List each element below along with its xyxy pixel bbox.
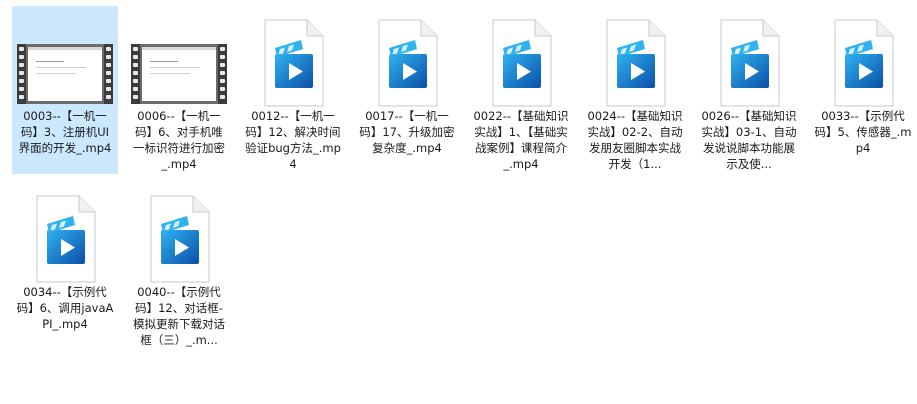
file-name: 0012--【一机一码】12、解决时间验证bug方法_.mp4	[245, 109, 341, 171]
video-file-icon	[489, 18, 555, 108]
file-item[interactable]: 0033--【示例代码】5、传感器_.mp4	[810, 6, 916, 174]
video-file-icon	[375, 18, 441, 108]
file-item[interactable]: 0012--【一机一码】12、解决时间验证bug方法_.mp4	[240, 6, 346, 174]
file-name: 0026--【基础知识实战】03-1、自动发说说脚本功能展示及使...	[701, 109, 797, 171]
video-file-icon	[33, 194, 99, 284]
video-thumbnail	[131, 44, 227, 104]
file-item[interactable]: 0022--【基础知识实战】1、【基础实战案例】课程简介_.mp4	[468, 6, 574, 174]
video-file-icon	[147, 194, 213, 284]
file-name: 0017--【一机一码】17、升级加密复杂度_.mp4	[359, 109, 455, 155]
file-name: 0034--【示例代码】6、调用javaAPI_.mp4	[16, 285, 114, 331]
file-name: 0024--【基础知识实战】02-2、自动发朋友圈脚本实战开发（1...	[587, 109, 683, 171]
video-file-icon	[717, 18, 783, 108]
file-name: 0033--【示例代码】5、传感器_.mp4	[814, 109, 912, 155]
file-item[interactable]: 0034--【示例代码】6、调用javaAPI_.mp4	[12, 182, 118, 350]
file-name: 0040--【示例代码】12、对话框-模拟更新下载对话框（三）_.m...	[133, 285, 225, 347]
video-file-icon	[831, 18, 897, 108]
file-name: 0006--【一机一码】6、对手机唯一标识符进行加密_.mp4	[133, 109, 225, 171]
file-name: 0022--【基础知识实战】1、【基础实战案例】课程简介_.mp4	[473, 109, 569, 171]
file-item[interactable]: 0017--【一机一码】17、升级加密复杂度_.mp4	[354, 6, 460, 174]
file-name: 0003--【一机一码】3、注册机UI界面的开发_.mp4	[18, 109, 112, 155]
file-item[interactable]: 0024--【基础知识实战】02-2、自动发朋友圈脚本实战开发（1...	[582, 6, 688, 174]
file-item[interactable]: 0003--【一机一码】3、注册机UI界面的开发_.mp4	[12, 6, 118, 174]
video-file-icon	[603, 18, 669, 108]
file-item[interactable]: 0026--【基础知识实战】03-1、自动发说说脚本功能展示及使...	[696, 6, 802, 174]
file-item[interactable]: 0040--【示例代码】12、对话框-模拟更新下载对话框（三）_.m...	[126, 182, 232, 350]
file-item[interactable]: 0006--【一机一码】6、对手机唯一标识符进行加密_.mp4	[126, 6, 232, 174]
video-file-icon	[261, 18, 327, 108]
video-thumbnail	[17, 44, 113, 104]
